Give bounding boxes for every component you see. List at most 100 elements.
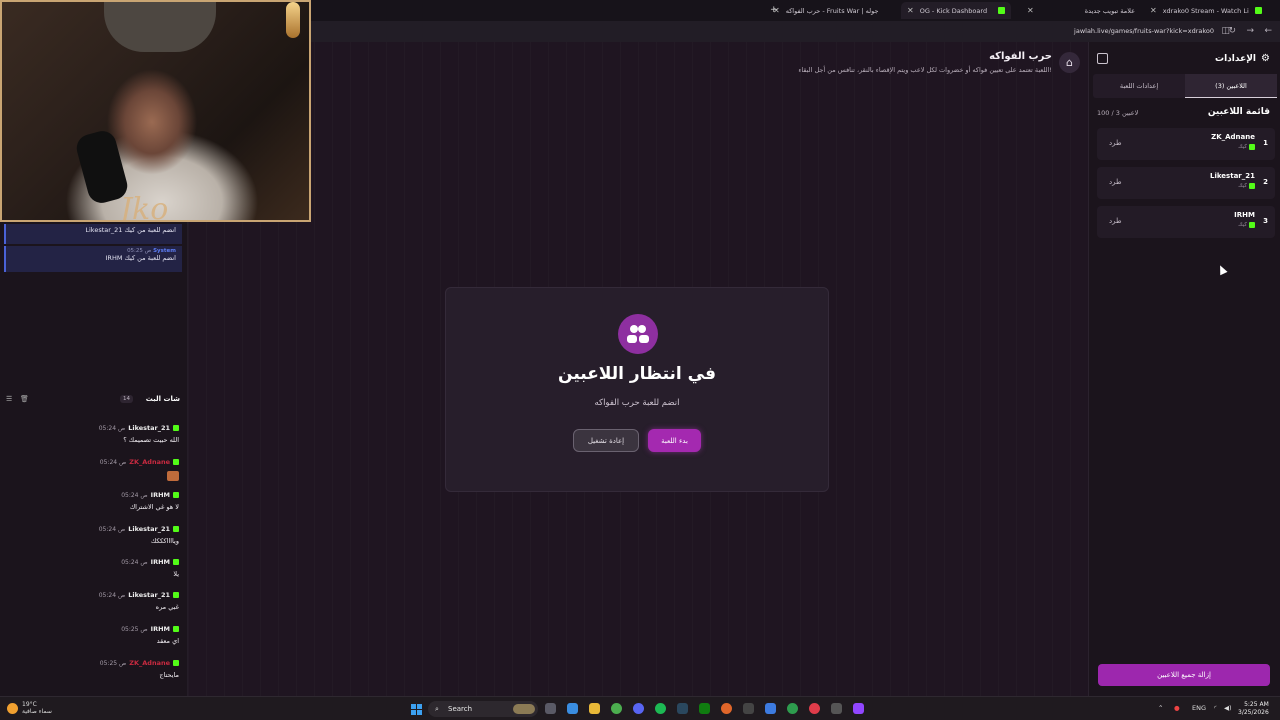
player-name: ZK_Adnane: [1211, 133, 1255, 141]
kick-player-button[interactable]: طرد: [1109, 178, 1122, 186]
start-game-button[interactable]: بدء اللعبة: [648, 429, 701, 452]
waiting-title: في انتظار اللاعبين: [558, 364, 716, 384]
obs-icon[interactable]: [743, 703, 754, 714]
message-time: 05:25 ص: [121, 625, 148, 633]
message-text: مايحتاج: [159, 671, 179, 679]
tab-title: حرب الفواكه - Fruits War | جوله: [785, 6, 879, 15]
collapse-sidebar-icon[interactable]: [1097, 53, 1108, 64]
message-username: ZK_Adnane: [129, 458, 170, 466]
taskbar-search[interactable]: ⌕ Search: [428, 701, 538, 717]
kick-player-button[interactable]: طرد: [1109, 217, 1122, 225]
clock-date: 3/25/2026: [1238, 708, 1269, 716]
message-time: 05:24 ص: [99, 458, 127, 466]
message-username: Likestar_21: [128, 424, 170, 432]
browser-tab[interactable]: ✕ علامة تبويب جديدة: [1021, 2, 1141, 19]
message-time: 05:24 ص: [121, 558, 148, 566]
settings-sidebar: الإعدادات ⚙ اللاعبين (3) إعدادات اللعبة …: [1088, 42, 1280, 696]
back-icon[interactable]: ←: [1264, 26, 1272, 36]
player-index: 2: [1263, 178, 1268, 186]
spotify-icon[interactable]: [655, 703, 666, 714]
system-message-user: Likestar_21: [85, 226, 123, 234]
mic-icon[interactable]: ●: [1174, 704, 1180, 712]
players-count: 100 / 3 لاعبين: [1097, 109, 1139, 117]
users-icon: [618, 314, 658, 354]
home-icon[interactable]: ⌂: [1059, 52, 1080, 73]
copilot-icon[interactable]: [567, 703, 578, 714]
steam-icon[interactable]: [677, 703, 688, 714]
wifi-icon[interactable]: ◜: [1214, 704, 1217, 712]
player-row: 3 IRHM كيك طرد: [1097, 206, 1275, 238]
close-tab-icon[interactable]: ✕: [1150, 6, 1157, 15]
trash-icon[interactable]: 🗑: [20, 395, 29, 403]
close-tab-icon[interactable]: ✕: [1027, 6, 1034, 15]
player-name: Likestar_21: [1209, 172, 1255, 180]
language-indicator[interactable]: ENG: [1192, 704, 1206, 712]
player-row: 2 Likestar_21 كيك طرد: [1097, 167, 1275, 199]
system-message-text: انضم للعبة من كيك: [124, 254, 176, 262]
kick-icon: [998, 7, 1005, 14]
media-icon[interactable]: [809, 703, 820, 714]
chat-header: ☰ 🗑 14 شات البث: [0, 392, 188, 408]
message-text: لا هو غي الاشتراك: [129, 503, 179, 511]
lamp-light: [286, 2, 300, 38]
kick-player-button[interactable]: طرد: [1109, 139, 1122, 147]
message-text: ويااااكككك: [150, 537, 179, 545]
kick-icon: [173, 559, 179, 565]
browser-tab[interactable]: ✕ xdrako0 Stream - Watch Li: [1144, 2, 1280, 19]
message-username: ZK_Adnane: [129, 659, 170, 667]
file-explorer-icon[interactable]: [589, 703, 600, 714]
browser-tab[interactable]: ✕ حرب الفواكه - Fruits War | جوله: [767, 2, 921, 19]
message-time: 05:24 ص: [121, 491, 148, 499]
close-tab-icon[interactable]: ✕: [907, 6, 914, 15]
address-bar: jawlah.live/games/fruits-war?kick=xdrako…: [310, 21, 1280, 42]
task-view-icon[interactable]: [545, 703, 556, 714]
kick-icon: [173, 459, 179, 465]
chat-message: 05:24 ص IRHM يلا: [9, 558, 179, 578]
discord-icon[interactable]: [633, 703, 644, 714]
tab-players[interactable]: اللاعبين (3): [1185, 74, 1277, 98]
chrome-icon[interactable]: [611, 703, 622, 714]
reload-icon[interactable]: ↻: [1228, 26, 1236, 36]
browser-tabstrip: ✕ حرب الفواكه - Fruits War | جوله ✕ OG -…: [310, 0, 1280, 21]
message-username: Likestar_21: [128, 591, 170, 599]
signature-logo: Jko: [120, 192, 169, 222]
search-icon: ⌕: [435, 705, 439, 713]
kick-icon: [173, 492, 179, 498]
message-time: 05:24 ص: [98, 424, 126, 432]
xbox-icon[interactable]: [699, 703, 710, 714]
tray-chevron-icon[interactable]: ⌃: [1158, 704, 1163, 712]
streaming-app-icon[interactable]: [853, 703, 864, 714]
chat-message: 05:24 ص IRHM لا هو غي الاشتراك: [9, 491, 179, 511]
kick-icon: [173, 425, 179, 431]
kick-icon: [1249, 222, 1255, 228]
message-username: Likestar_21: [128, 525, 170, 533]
restart-button[interactable]: إعادة تشغيل: [573, 429, 639, 452]
chat-message: 05:24 ص Likestar_21 الله حبيت تصميمك ؟: [9, 424, 179, 444]
tab-title: علامة تبويب جديدة: [1084, 6, 1135, 15]
app-icon[interactable]: [765, 703, 776, 714]
forward-icon[interactable]: →: [1246, 26, 1254, 36]
tab-game-settings[interactable]: إعدادات اللعبة: [1093, 74, 1185, 98]
volume-icon[interactable]: ◀): [1224, 704, 1232, 712]
search-label: Search: [448, 705, 473, 713]
chrome-profile-icon[interactable]: [787, 703, 798, 714]
windows-start-icon[interactable]: [411, 704, 422, 715]
remove-all-players-button[interactable]: إزالة جميع اللاعبين: [1098, 664, 1270, 686]
message-text: الله حبيت تصميمك ؟: [123, 436, 179, 444]
tab-title: xdrako0 Stream - Watch Li: [1162, 6, 1249, 15]
weather-widget[interactable]: 19°C سماء صافية: [22, 701, 52, 715]
new-tab-button[interactable]: +: [770, 5, 778, 15]
message-time: 05:24 ص: [98, 591, 126, 599]
settings-title: الإعدادات: [1215, 54, 1256, 64]
app-icon[interactable]: [831, 703, 842, 714]
system-message: 05:25 ص System IRHM انضم للعبة من كيك: [4, 246, 182, 272]
url-field[interactable]: jawlah.live/games/fruits-war?kick=xdrako…: [1074, 27, 1214, 35]
clock[interactable]: 5:25 AM 3/25/2026: [1238, 701, 1269, 717]
firefox-icon[interactable]: [721, 703, 732, 714]
player-platform: كيك: [1238, 222, 1255, 228]
player-platform-label: كيك: [1238, 183, 1247, 189]
player-platform: كيك: [1238, 183, 1255, 189]
browser-tab[interactable]: ✕ OG - Kick Dashboard: [901, 2, 1011, 19]
list-icon[interactable]: ☰: [6, 395, 12, 403]
settings-tabs: اللاعبين (3) إعدادات اللعبة: [1093, 74, 1277, 98]
